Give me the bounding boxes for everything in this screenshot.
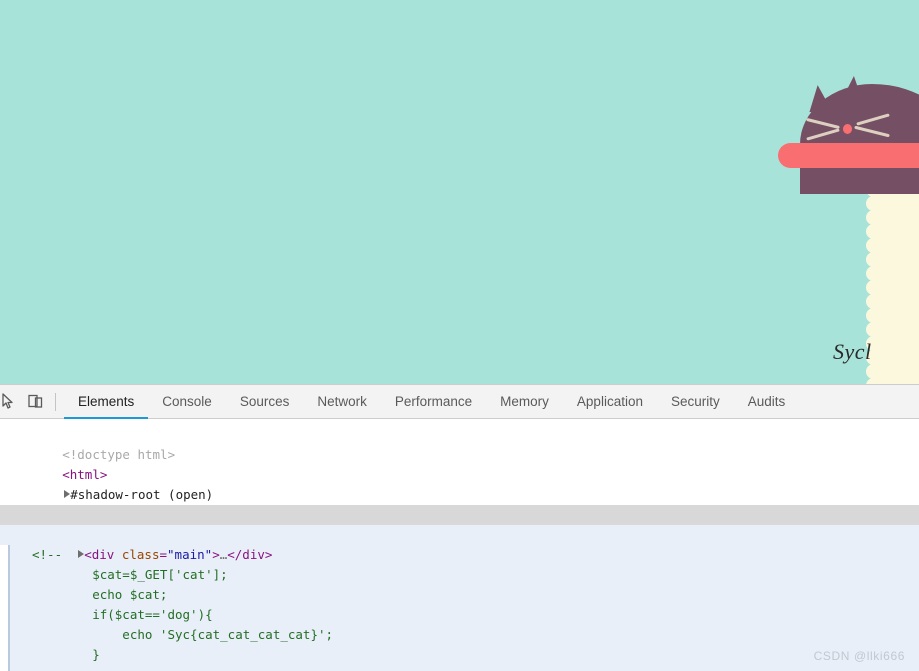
tab-elements[interactable]: Elements bbox=[64, 385, 149, 419]
devtools-toolbar: Elements Console Sources Network Perform… bbox=[0, 385, 919, 419]
tab-console[interactable]: Console bbox=[148, 385, 226, 418]
cat-nose-icon bbox=[843, 124, 852, 134]
dom-row-head[interactable]: <head>…</head> bbox=[0, 485, 919, 522]
tab-sources[interactable]: Sources bbox=[226, 385, 304, 418]
scallop-bump bbox=[866, 196, 881, 211]
div-main-gt: > bbox=[212, 547, 220, 562]
dom-row-html[interactable]: <html> bbox=[0, 445, 919, 482]
browser-viewport: Sycl bbox=[0, 0, 919, 384]
tab-performance[interactable]: Performance bbox=[381, 385, 486, 418]
screenshot-root: Sycl Elements Console Sources Network Pe… bbox=[0, 0, 919, 671]
scallop-bump bbox=[866, 210, 881, 225]
cat-pillow bbox=[778, 143, 919, 168]
dom-row-doctype[interactable]: <!doctype html> bbox=[0, 425, 919, 462]
div-main-attr-name: class bbox=[121, 547, 160, 562]
tab-application[interactable]: Application bbox=[563, 385, 657, 418]
device-toolbar-icon[interactable] bbox=[21, 388, 49, 416]
scallop-bump bbox=[866, 322, 881, 337]
toolbar-divider bbox=[55, 392, 56, 411]
brand-text: Sycl bbox=[833, 339, 872, 364]
scallop-bump bbox=[866, 308, 881, 323]
dom-row-body[interactable]: <body> == $0 bbox=[0, 505, 919, 542]
csdn-watermark: CSDN @llki666 bbox=[813, 649, 905, 663]
scallop-bump bbox=[866, 224, 881, 239]
div-main-attr-eq: = bbox=[159, 547, 168, 562]
tab-network[interactable]: Network bbox=[303, 385, 381, 418]
dom-row-shadow-root[interactable]: #shadow-root (open) bbox=[0, 465, 919, 502]
tab-memory[interactable]: Memory bbox=[486, 385, 563, 418]
div-main-attr-value: "main" bbox=[167, 547, 213, 562]
scallop-bump bbox=[866, 238, 881, 253]
div-main-close-tag: </div> bbox=[227, 547, 273, 562]
scallop-bump bbox=[866, 364, 881, 379]
dom-tree: <!doctype html> <html> #shadow-root (ope… bbox=[0, 419, 919, 671]
scallop-bump bbox=[866, 294, 881, 309]
devtools-panel: Elements Console Sources Network Perform… bbox=[0, 384, 919, 671]
scallop-bump bbox=[866, 280, 881, 295]
tab-security[interactable]: Security bbox=[657, 385, 734, 418]
inspect-cursor-icon[interactable] bbox=[0, 388, 21, 416]
div-main-open-tag: <div bbox=[84, 547, 122, 562]
tab-audits[interactable]: Audits bbox=[734, 385, 800, 418]
scallop-bump bbox=[866, 266, 881, 281]
dom-row-div-main[interactable]: <div class="main">…</div> bbox=[0, 525, 919, 562]
scallop-bump bbox=[866, 252, 881, 267]
